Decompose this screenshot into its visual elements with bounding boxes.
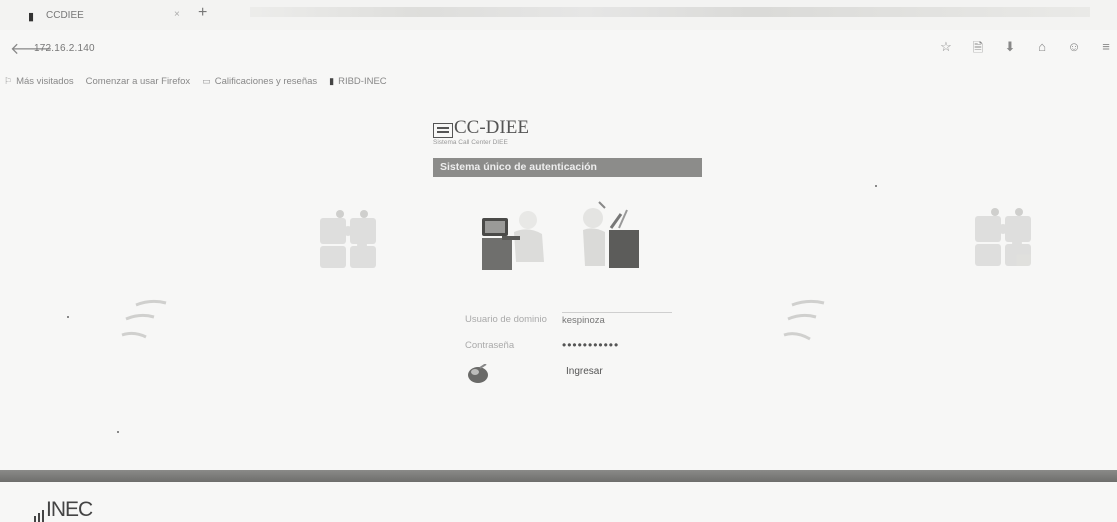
- login-key-icon: [468, 364, 488, 383]
- username-label: Usuario de dominio: [465, 314, 547, 325]
- password-label: Contraseña: [465, 340, 515, 351]
- toolbar-icons: ☆ 🗎 ⬇ ⌂ ☺ ≡: [939, 39, 1113, 61]
- auth-banner: Sistema único de autenticación: [433, 158, 702, 177]
- app-logo: CC-DIEE Sistema Call Center DIEE: [433, 117, 573, 150]
- bookmark-ratings[interactable]: ▭ Calificaciones y reseñas: [202, 76, 317, 87]
- scan-dot: [117, 431, 119, 433]
- bookmark-inec-icon: ▮: [329, 75, 335, 86]
- bookmark-label: Calificaciones y reseñas: [214, 75, 318, 87]
- bookmark-label: RIBD-INEC: [338, 75, 387, 87]
- bookmark-star-icon[interactable]: ☆: [939, 39, 953, 61]
- person-computer-icon: [482, 211, 544, 270]
- clipboard-icon[interactable]: 🗎: [971, 39, 985, 61]
- logo-title: CC-DIEE: [454, 117, 529, 138]
- username-input[interactable]: [562, 312, 672, 327]
- scan-dot: [67, 316, 69, 318]
- password-input[interactable]: •••••••••••: [562, 338, 672, 352]
- bookmark-flag-icon: ⚐: [4, 75, 13, 86]
- footer-band: [0, 470, 1117, 482]
- url-field[interactable]: 172.16.2.140: [34, 43, 95, 54]
- person-tools-icon: [583, 201, 639, 268]
- smiley-icon[interactable]: ☺: [1067, 39, 1081, 61]
- bookmark-most-visited[interactable]: ⚐ Más visitados: [4, 76, 74, 87]
- arrows-left-icon: [121, 299, 167, 339]
- puzzle-right-icon: [975, 208, 1031, 266]
- new-tab-button[interactable]: +: [198, 4, 207, 22]
- nav-bar: 🡐 172.16.2.140 ☆ 🗎 ⬇ ⌂ ☺ ≡: [0, 34, 1117, 64]
- banner-title: Sistema único de autenticación: [440, 161, 597, 173]
- puzzle-left-icon: [320, 210, 376, 268]
- home-icon[interactable]: ⌂: [1035, 39, 1049, 61]
- bookmark-get-started[interactable]: Comenzar a usar Firefox: [86, 76, 191, 87]
- tab-strip-background: [250, 7, 1090, 17]
- bookmark-page-icon: ▭: [202, 75, 211, 86]
- bookmark-label: Comenzar a usar Firefox: [85, 75, 191, 87]
- tab-title: CCDIEE: [46, 10, 84, 21]
- bookmarks-bar: ⚐ Más visitados Comenzar a usar Firefox …: [0, 72, 1117, 90]
- inec-logo: INEC: [34, 498, 93, 522]
- scan-dot: [875, 185, 877, 187]
- logo-subtitle: Sistema Call Center DIEE: [433, 139, 508, 146]
- download-icon[interactable]: ⬇: [1003, 39, 1017, 61]
- bookmark-ribd-inec[interactable]: ▮ RIBD-INEC: [329, 76, 387, 87]
- arrows-right-icon: [783, 299, 825, 341]
- bookmark-label: Más visitados: [16, 75, 74, 87]
- logo-menu-icon: [433, 123, 453, 138]
- tab-bar: ▮ CCDIEE × +: [0, 0, 1117, 30]
- browser-tab[interactable]: ▮ CCDIEE ×: [6, 6, 184, 28]
- tab-favicon-icon: ▮: [28, 11, 35, 23]
- inec-bars-icon: [34, 510, 44, 522]
- tab-close-icon[interactable]: ×: [174, 9, 180, 20]
- menu-icon[interactable]: ≡: [1099, 39, 1113, 61]
- login-button[interactable]: Ingresar: [566, 366, 603, 377]
